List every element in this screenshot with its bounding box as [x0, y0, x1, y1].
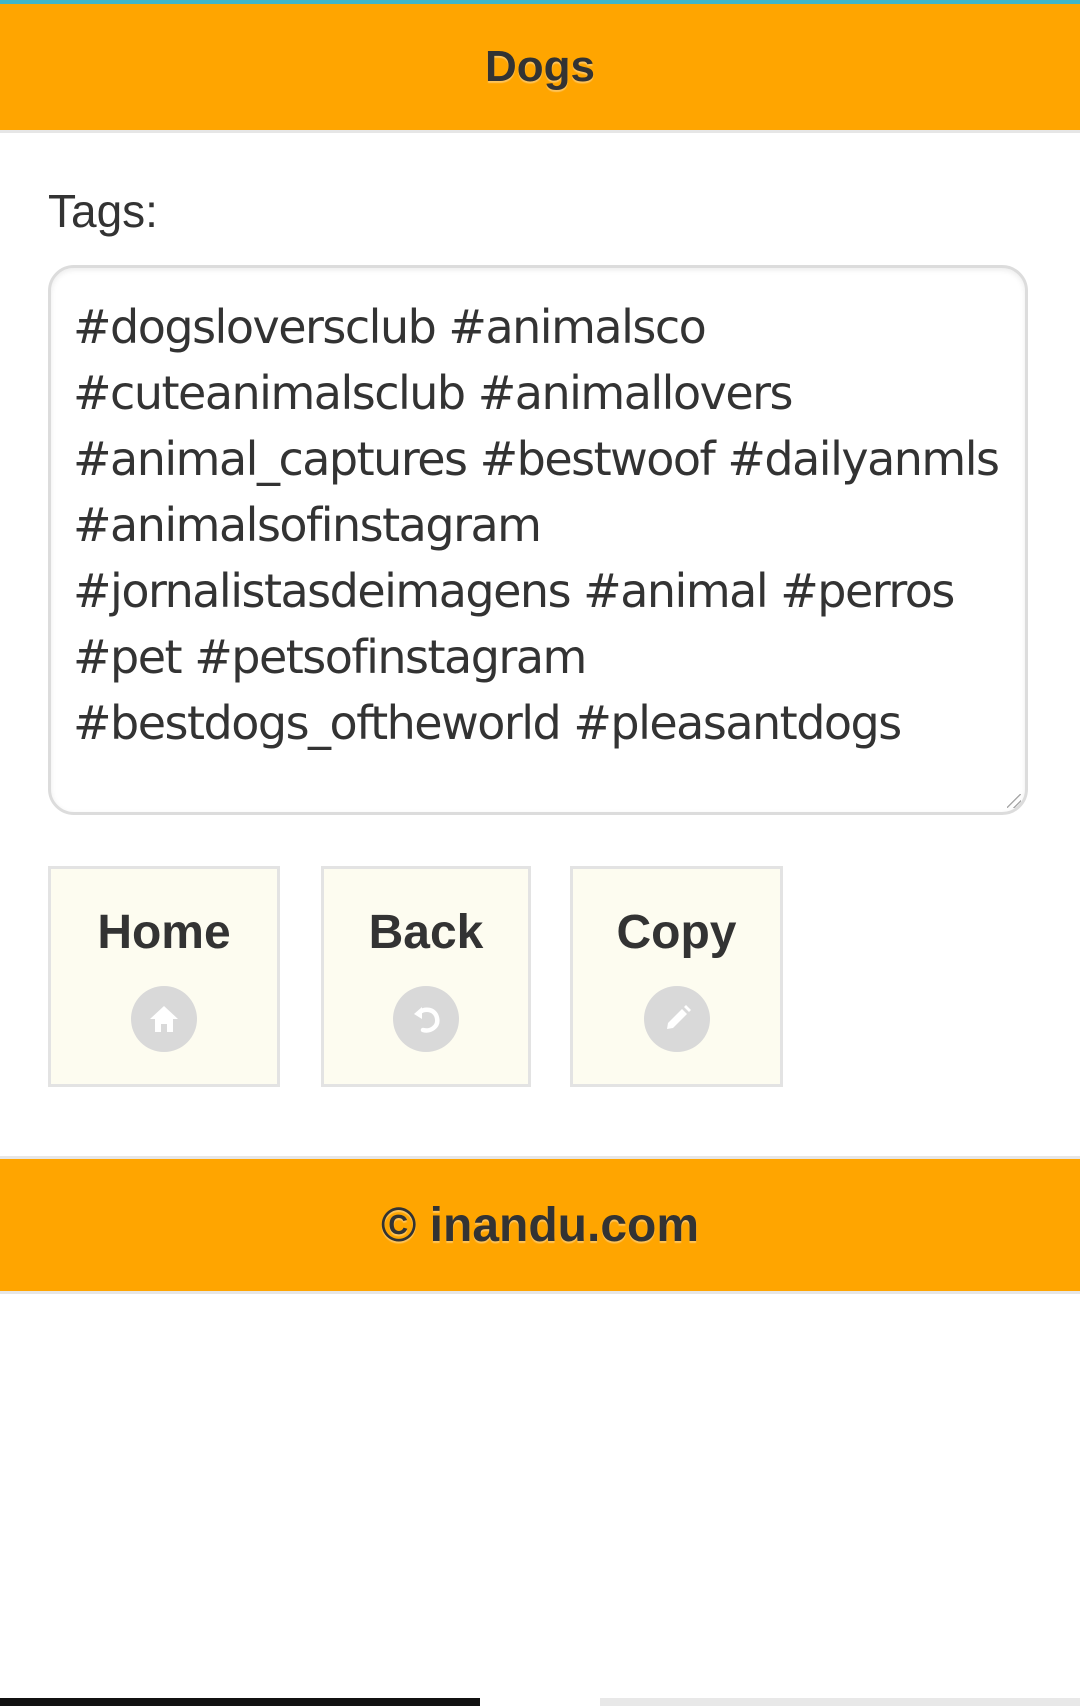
home-button-label: Home: [97, 906, 231, 959]
tags-textarea[interactable]: #dogsloversclub #animalsco #cuteanimalscl…: [48, 265, 1028, 815]
footer-copyright: © inandu.com: [380, 1198, 700, 1252]
tags-line: #dogsloversclub #animalsco: [73, 300, 707, 354]
back-arrow-icon: [393, 986, 459, 1052]
tags-text: #dogsloversclub #animalsco #cuteanimalscl…: [73, 294, 1003, 756]
copy-button[interactable]: Copy: [570, 866, 783, 1087]
copy-button-label: Copy: [616, 906, 737, 959]
system-bottom-bar: [0, 1698, 1080, 1706]
tags-line: #animalsofinstagram: [73, 498, 542, 552]
bottom-bar-light-segment: [600, 1698, 1080, 1706]
tags-line: #animal_captures #bestwoof #dailyanmls: [73, 432, 1000, 486]
tags-line: #bestdogs_oftheworld #pleasantdogs: [73, 696, 902, 750]
resize-grip-icon[interactable]: [1007, 794, 1021, 808]
tags-line: #pet #petsofinstagram: [73, 630, 587, 684]
back-button[interactable]: Back: [321, 866, 531, 1087]
bottom-bar-dark-segment: [0, 1698, 480, 1706]
tags-line: #cuteanimalsclub #animallovers: [73, 366, 794, 420]
page-title: Dogs: [485, 42, 595, 91]
page-header: Dogs: [0, 4, 1080, 133]
tags-line: #jornalistasdeimagens #animal #perros: [73, 564, 955, 618]
tags-label: Tags:: [48, 185, 158, 237]
pencil-icon: [643, 986, 710, 1052]
home-icon: [131, 986, 197, 1052]
back-button-label: Back: [368, 906, 484, 959]
home-button[interactable]: Home: [48, 866, 280, 1087]
page-footer: © inandu.com: [0, 1156, 1080, 1294]
